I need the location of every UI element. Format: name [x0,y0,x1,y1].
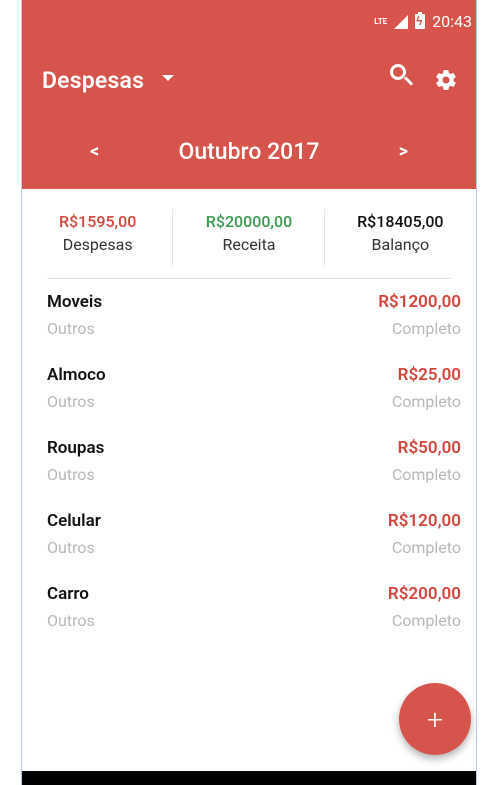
balance-value: R$18405,00 [357,212,444,231]
status-bar: LTE ϟ 20:43 [374,12,472,31]
item-status: Completo [391,319,461,338]
battery-icon: ϟ [415,12,426,29]
list-item[interactable]: Celular Outros R$120,00 Completo [22,511,476,584]
expense-list: Moveis Outros R$1200,00 Completo Almoco … [22,292,476,657]
page-title: Despesas [42,67,145,94]
item-name: Celular [47,511,101,531]
list-item[interactable]: Roupas Outros R$50,00 Completo [22,438,476,511]
summary-balance: R$18405,00 Balanço [325,209,476,267]
item-name: Almoco [47,365,106,385]
expenses-value: R$1595,00 [59,212,137,231]
item-value: R$1200,00 [378,292,461,312]
list-item[interactable]: Almoco Outros R$25,00 Completo [22,365,476,438]
summary-expenses: R$1595,00 Despesas [22,209,174,267]
item-category: Outros [47,465,95,484]
item-status: Completo [391,392,461,411]
income-label: Receita [222,235,276,254]
item-value: R$25,00 [397,365,461,385]
list-item[interactable]: Moveis Outros R$1200,00 Completo [22,292,476,365]
item-category: Outros [47,538,95,557]
current-month: Outubro 2017 [178,138,320,165]
summary-bar: R$1595,00 Despesas R$20000,00 Receita R$… [22,209,476,267]
gear-icon[interactable] [434,68,458,92]
income-value: R$20000,00 [205,212,293,231]
prev-month-button[interactable]: < [90,141,99,162]
item-category: Outros [47,611,95,630]
plus-icon: + [427,702,443,736]
item-value: R$50,00 [397,438,461,458]
divider [47,278,451,279]
item-name: Moveis [47,292,103,312]
title-dropdown[interactable]: Despesas [42,67,175,94]
balance-label: Balanço [371,235,430,254]
item-category: Outros [47,319,95,338]
list-item[interactable]: Carro Outros R$200,00 Completo [22,584,476,657]
item-name: Roupas [47,438,105,458]
app-header: LTE ϟ 20:43 Despesas < Outubro 2017 > [22,0,476,189]
next-month-button[interactable]: > [399,141,408,162]
item-name: Carro [47,584,89,604]
caret-down-icon [162,74,175,81]
phone-screen: LTE ϟ 20:43 Despesas < Outubro 2017 > R$… [21,0,477,785]
month-navigator: < Outubro 2017 > [22,138,476,165]
expenses-label: Despesas [62,235,133,254]
item-status: Completo [391,611,461,630]
navigation-bar [22,771,476,785]
item-value: R$200,00 [387,584,461,604]
lte-indicator: LTE [374,16,388,26]
summary-income: R$20000,00 Receita [173,209,325,267]
item-value: R$120,00 [387,511,461,531]
item-status: Completo [391,465,461,484]
signal-icon [394,14,409,29]
search-icon[interactable] [390,64,406,80]
status-time: 20:43 [432,12,472,31]
item-category: Outros [47,392,95,411]
item-status: Completo [391,538,461,557]
add-expense-button[interactable]: + [399,683,471,755]
